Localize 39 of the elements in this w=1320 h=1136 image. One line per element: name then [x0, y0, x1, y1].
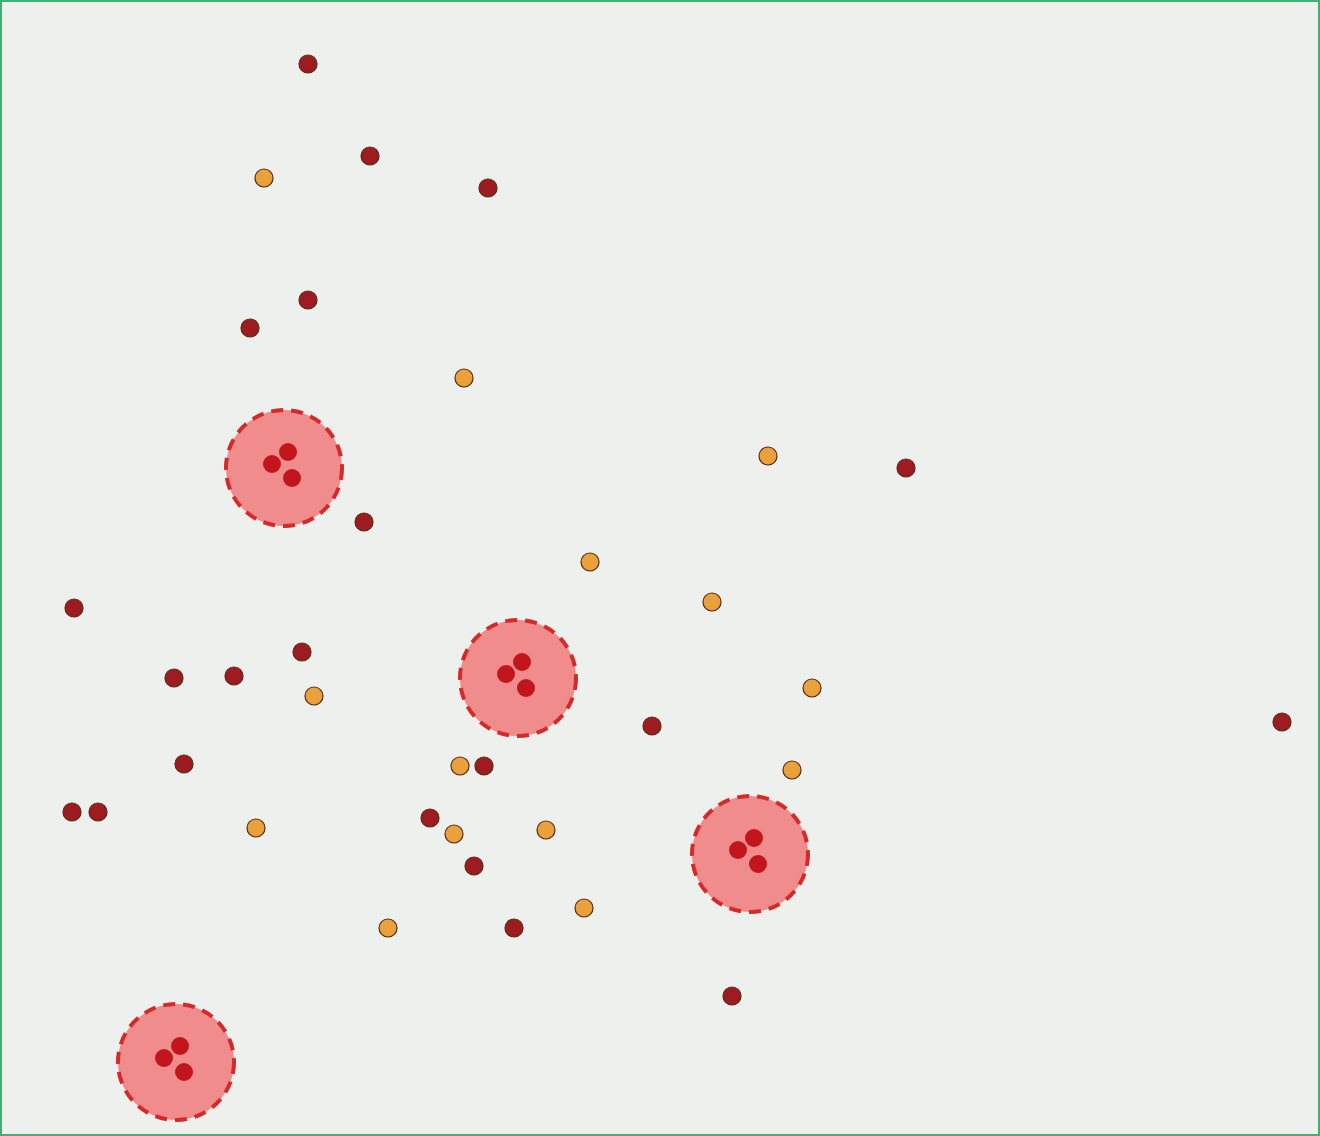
map-pin[interactable] [378, 918, 398, 938]
map-pin[interactable] [304, 686, 324, 706]
map-pin[interactable] [1272, 712, 1292, 732]
map-pin[interactable] [444, 824, 464, 844]
map-pin[interactable] [454, 368, 474, 388]
map-pin[interactable] [254, 168, 274, 188]
map-pin[interactable] [62, 802, 82, 822]
map-pin[interactable] [354, 512, 374, 532]
map-pin[interactable] [164, 668, 184, 688]
map-pin[interactable] [802, 678, 822, 698]
map-pin[interactable] [360, 146, 380, 166]
map-pin[interactable] [298, 290, 318, 310]
map-pin[interactable] [896, 458, 916, 478]
map-pin[interactable] [478, 178, 498, 198]
map-pin[interactable] [292, 642, 312, 662]
map-pin[interactable] [642, 716, 662, 736]
map-pin[interactable] [782, 760, 802, 780]
map-pin[interactable] [504, 918, 524, 938]
map-pin[interactable] [722, 986, 742, 1006]
map-pin[interactable] [246, 818, 266, 838]
cluster-circle[interactable] [116, 1002, 236, 1122]
cluster-circle[interactable] [690, 794, 810, 914]
map-pin[interactable] [420, 808, 440, 828]
cluster-circle[interactable] [458, 618, 578, 738]
map-pin[interactable] [580, 552, 600, 572]
map-pin[interactable] [64, 598, 84, 618]
map-pin[interactable] [464, 856, 484, 876]
map-pin[interactable] [474, 756, 494, 776]
map-pin[interactable] [758, 446, 778, 466]
map-pin[interactable] [536, 820, 556, 840]
map-pin[interactable] [240, 318, 260, 338]
map-pin[interactable] [298, 54, 318, 74]
map-pin[interactable] [224, 666, 244, 686]
map-pin[interactable] [174, 754, 194, 774]
cluster-circle[interactable] [224, 408, 344, 528]
map-pin[interactable] [88, 802, 108, 822]
map-pin[interactable] [702, 592, 722, 612]
map-pin[interactable] [450, 756, 470, 776]
map-pin[interactable] [574, 898, 594, 918]
